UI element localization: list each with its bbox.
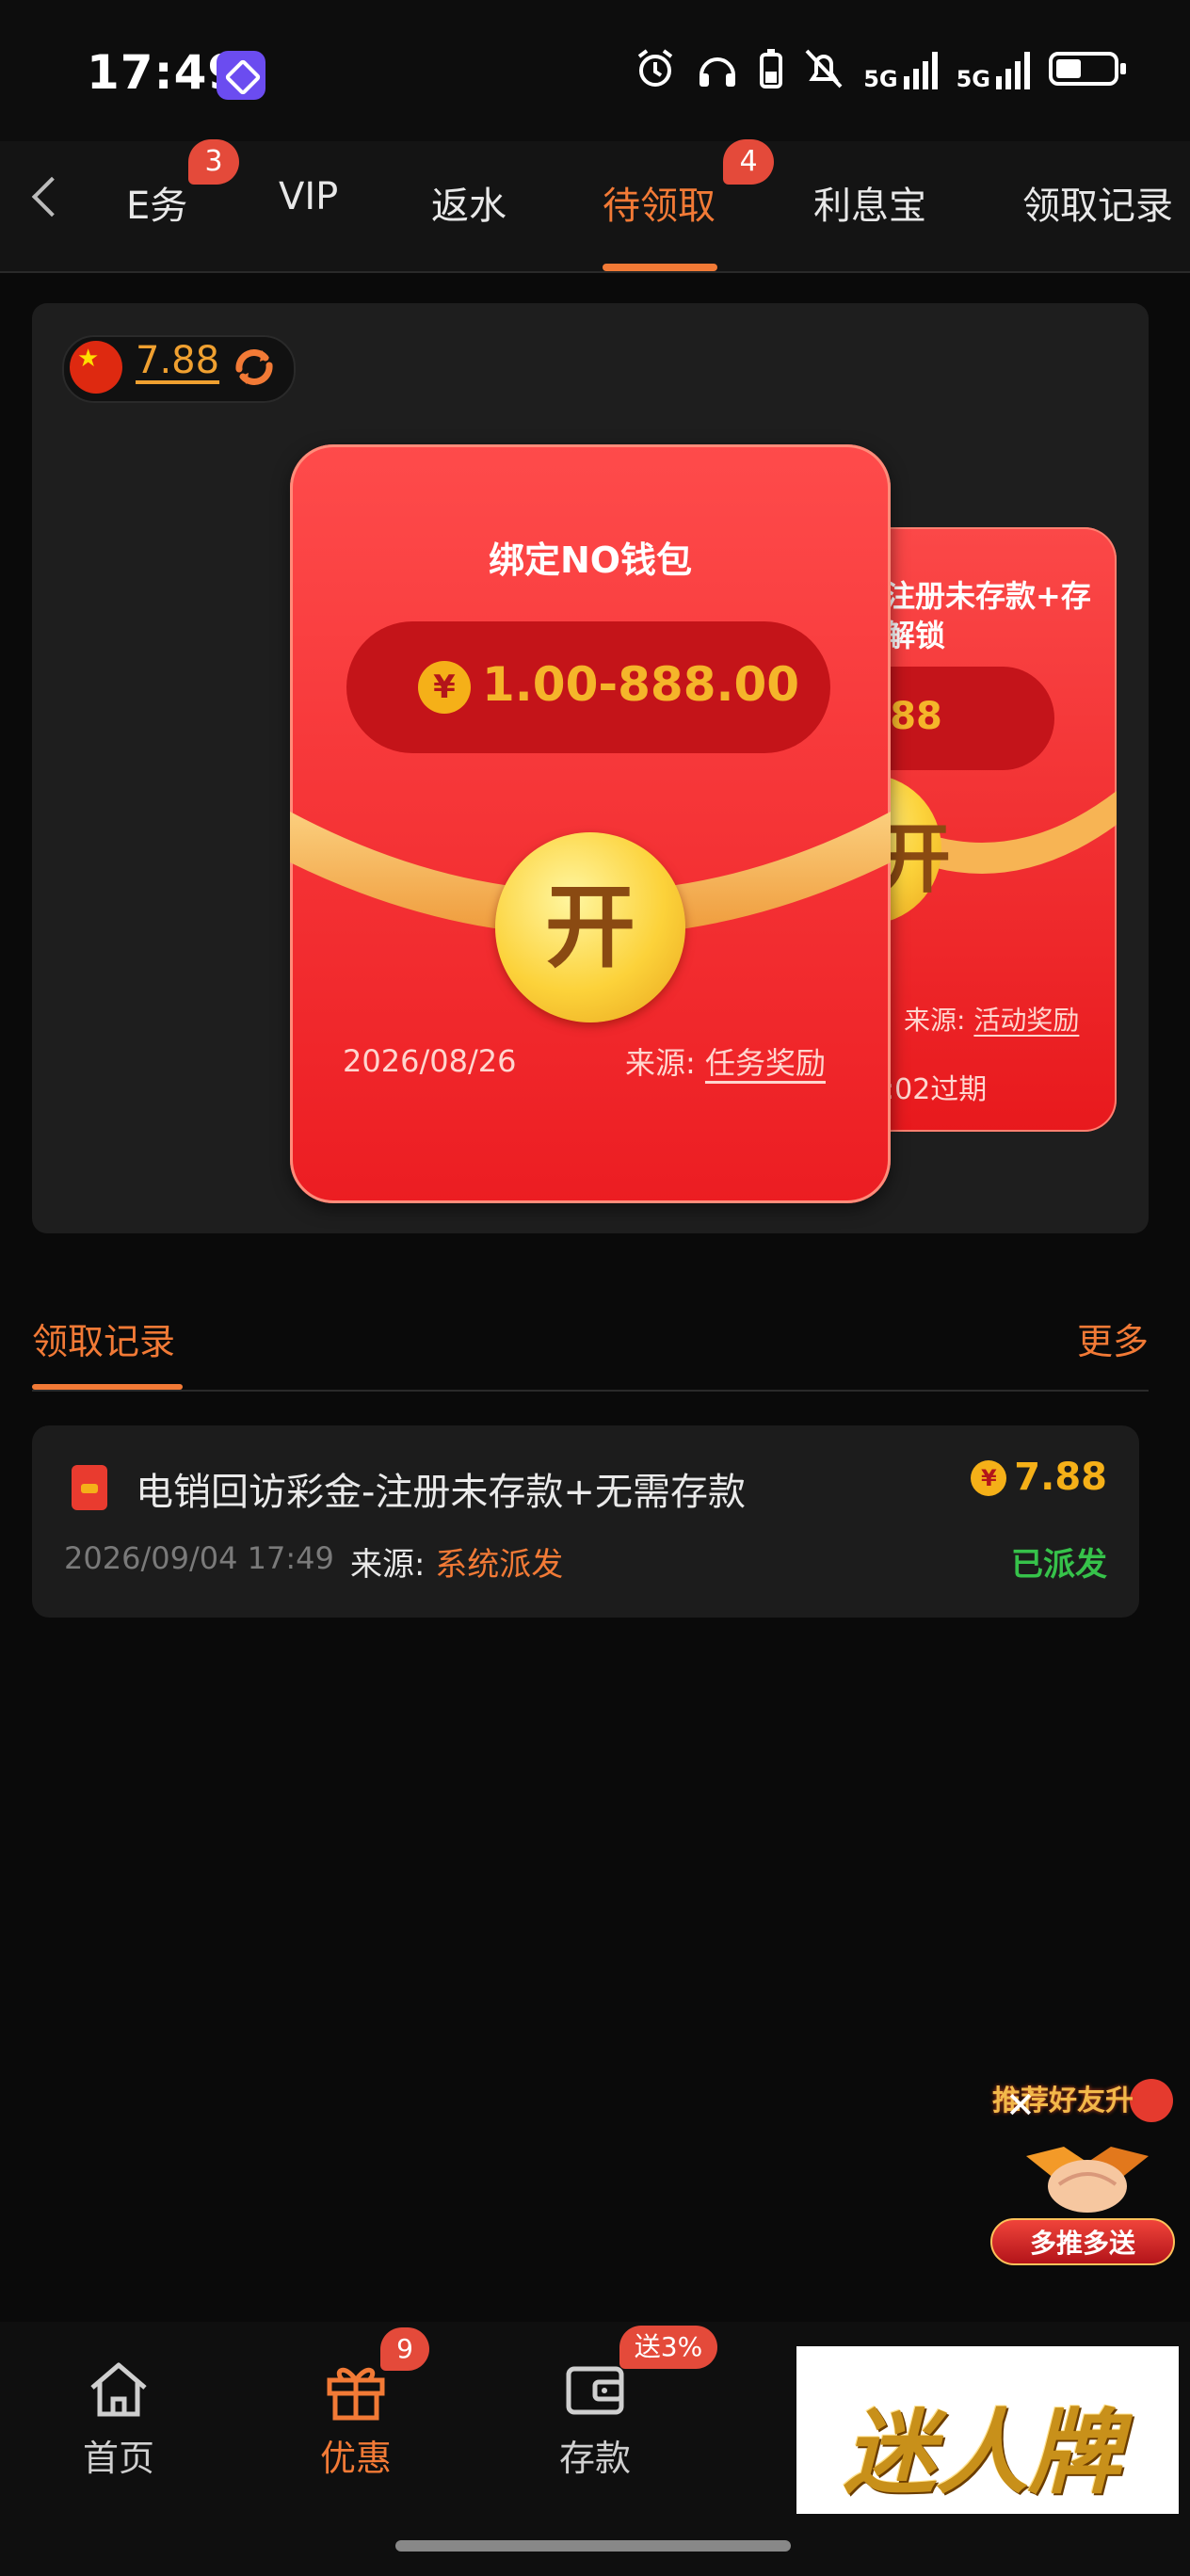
signal-5g-2-icon: 5G <box>956 48 1030 92</box>
record-source-label: 来源: <box>350 1546 426 1584</box>
envelope-amount-range: 1.00-888.00 <box>482 657 800 712</box>
status-icons: 5G 5G <box>634 47 1126 92</box>
signal-5g-1-icon: 5G <box>863 48 938 92</box>
wallet-icon <box>566 2366 624 2415</box>
record-amount-value: 7.88 <box>1014 1456 1107 1499</box>
tab-rebate[interactable]: 返水 <box>431 175 507 230</box>
tab-active-indicator <box>603 264 717 271</box>
yen-icon: ¥ <box>418 661 471 714</box>
promo-notification-dot <box>1130 2079 1173 2122</box>
nav-deposit[interactable]: 存款 送3% <box>529 2326 717 2486</box>
nav-deposit-badge: 送3% <box>619 2326 717 2369</box>
envelope-secondary-title-line1: 注册未存款+存 <box>885 578 1091 614</box>
handshake-icon <box>1026 2147 1149 2213</box>
open-envelope-button[interactable]: 开 <box>495 832 685 1022</box>
nav-home[interactable]: 首页 <box>53 2344 185 2486</box>
record-name: 电销回访彩金-注册未存款+无需存款 <box>136 1471 746 1514</box>
record-yen-icon: ¥ <box>971 1460 1007 1496</box>
envelope-secondary-source-label: 来源: <box>904 1005 966 1036</box>
nav-deposit-label: 存款 <box>558 2438 631 2479</box>
record-datetime: 2026/09/04 17:49 <box>64 1540 334 1576</box>
referral-promo-widget[interactable]: 推荐好友升 ✕ 多推多送 <box>989 2075 1186 2273</box>
ad-text: 迷人牌 <box>844 2399 1121 2507</box>
tab-task-badge: 3 <box>188 139 239 185</box>
record-source-value: 系统派发 <box>435 1546 564 1584</box>
envelope-date: 2026/08/26 <box>343 1043 517 1079</box>
tab-pending-badge: 4 <box>723 139 774 185</box>
small-battery-icon <box>760 49 783 89</box>
nav-promotions-label: 优惠 <box>319 2438 392 2479</box>
envelope-secondary-source-value: 活动奖励 <box>973 1005 1080 1036</box>
network-label-2: 5G <box>956 66 990 92</box>
refresh-icon[interactable] <box>230 343 279 392</box>
nav-promotions-badge: 9 <box>380 2327 429 2371</box>
network-label-1: 5G <box>863 66 898 92</box>
tab-task[interactable]: E务 <box>126 175 187 230</box>
balance-value: 7.88 <box>136 339 220 382</box>
headphones-icon <box>700 57 736 87</box>
records-title[interactable]: 领取记录 <box>32 1312 175 1364</box>
mute-icon <box>805 49 843 89</box>
records-title-underline <box>32 1384 183 1390</box>
gesture-home-bar[interactable] <box>395 2540 791 2552</box>
more-link[interactable]: 更多 <box>1077 1312 1149 1364</box>
ad-banner[interactable]: 迷人牌 <box>796 2346 1179 2514</box>
envelope-source-value[interactable]: 任务奖励 <box>705 1045 826 1081</box>
record-source: 来源: 系统派发 <box>350 1538 563 1585</box>
red-envelope-primary[interactable]: 绑定NO钱包 ¥ 1.00-888.00 开 2026/08/26 来源: 任务… <box>290 444 891 1203</box>
record-status: 已派发 <box>1011 1546 1107 1584</box>
nav-home-label: 首页 <box>82 2438 154 2479</box>
envelope-secondary-source: 来源: 活动奖励 <box>904 1000 1079 1038</box>
nav-promotions[interactable]: 优惠 9 <box>290 2327 429 2486</box>
envelope-title: 绑定NO钱包 <box>488 539 693 581</box>
envelope-source: 来源: 任务奖励 <box>625 1039 826 1083</box>
tab-pending[interactable]: 待领取 <box>603 175 716 230</box>
alarm-icon <box>637 49 673 87</box>
tab-interest[interactable]: 利息宝 <box>813 175 926 230</box>
home-icon <box>90 2362 147 2417</box>
tab-vip[interactable]: VIP <box>279 175 338 218</box>
record-item[interactable] <box>32 1425 1139 1618</box>
red-envelope-icon <box>72 1465 107 1510</box>
envelope-secondary-title: 注册未存款+存 解锁 <box>885 576 1117 655</box>
china-flag-icon <box>70 341 122 394</box>
record-amount: ¥7.88 <box>971 1456 1107 1499</box>
envelope-secondary-expire: :02过期 <box>885 1073 988 1106</box>
app-notification-icon <box>217 51 265 100</box>
promo-close-icon[interactable]: ✕ <box>1005 2085 1036 2126</box>
envelope-secondary-title-line2: 解锁 <box>885 618 946 653</box>
records-divider <box>32 1390 1149 1392</box>
tab-claim-records[interactable]: 领取记录 <box>1022 175 1173 230</box>
envelope-source-label: 来源: <box>625 1045 696 1081</box>
promo-button[interactable]: 多推多送 <box>990 2218 1175 2265</box>
battery-icon <box>1049 52 1126 86</box>
